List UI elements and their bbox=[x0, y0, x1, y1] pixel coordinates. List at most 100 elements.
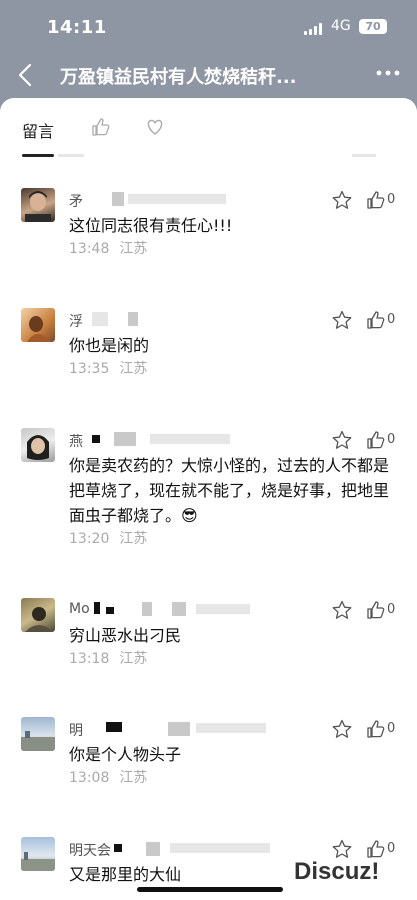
redaction bbox=[150, 434, 230, 444]
comment-location: 江苏 bbox=[119, 651, 148, 667]
home-indicator[interactable] bbox=[137, 887, 283, 892]
comment-meta: 13:08 江苏 bbox=[69, 767, 157, 787]
avatar-image bbox=[21, 852, 55, 871]
tab-favorites[interactable] bbox=[145, 117, 165, 137]
comment-meta: 13:18 江苏 bbox=[69, 648, 157, 668]
like-count: 0 bbox=[387, 312, 396, 327]
thumb-up-icon bbox=[367, 191, 385, 209]
more-dots-icon bbox=[376, 70, 400, 76]
page-title: 万盈镇益民村有人焚烧秸秆... bbox=[60, 67, 297, 88]
like-count: 0 bbox=[387, 721, 396, 736]
comment-time: 13:18 bbox=[69, 651, 110, 667]
favorite-button[interactable] bbox=[332, 430, 352, 450]
avatar[interactable] bbox=[21, 598, 55, 632]
more-options-button[interactable] bbox=[375, 57, 401, 87]
like-button[interactable] bbox=[366, 430, 386, 450]
star-icon bbox=[332, 600, 352, 619]
star-icon bbox=[332, 430, 352, 449]
comment-location: 江苏 bbox=[119, 770, 148, 786]
comment-meta: 13:20 江苏 bbox=[69, 528, 157, 548]
tab-comments[interactable]: 留言 bbox=[22, 118, 54, 142]
avatar[interactable] bbox=[21, 428, 55, 462]
star-icon bbox=[332, 310, 352, 329]
comment-item: Mo 穷山恶水出刁民 13:18 江苏 0 bbox=[0, 593, 417, 711]
like-count: 0 bbox=[387, 432, 396, 447]
tab-likes[interactable] bbox=[91, 117, 111, 137]
avatar-image bbox=[21, 731, 55, 751]
comment-author[interactable]: Mo bbox=[69, 601, 90, 617]
redaction bbox=[106, 722, 122, 732]
battery-icon: 70 bbox=[359, 19, 387, 34]
comment-item: 矛 这位同志很有责任心!!! 13:48 江苏 0 bbox=[0, 183, 417, 303]
comment-author[interactable]: 明 bbox=[69, 720, 83, 740]
comment-time: 13:08 bbox=[69, 770, 110, 786]
comment-author[interactable]: 明天会 bbox=[69, 840, 111, 860]
comment-author[interactable]: 燕 bbox=[69, 431, 83, 451]
signal-icon bbox=[304, 23, 324, 35]
watermark-logo: Discuz! bbox=[294, 858, 380, 885]
redaction bbox=[92, 312, 108, 326]
chevron-left-icon bbox=[18, 63, 32, 87]
redaction bbox=[196, 604, 250, 614]
redaction bbox=[142, 602, 152, 616]
comment-text: 你是个人物头子 bbox=[69, 745, 182, 764]
avatar-image bbox=[27, 435, 49, 460]
like-button[interactable] bbox=[366, 719, 386, 739]
comment-time: 13:35 bbox=[69, 361, 110, 377]
nav-bar: 万盈镇益民村有人焚烧秸秆... bbox=[0, 55, 417, 97]
like-count: 0 bbox=[387, 192, 396, 207]
avatar-image bbox=[27, 316, 51, 342]
comment-location: 江苏 bbox=[119, 531, 148, 547]
favorite-button[interactable] bbox=[332, 719, 352, 739]
favorite-button[interactable] bbox=[332, 310, 352, 330]
thumb-up-icon bbox=[367, 601, 385, 619]
comments-sheet: 留言 矛 这位同志很有责任心!!! 13:48 江苏 0 浮 你也是闲的 13:… bbox=[0, 98, 417, 900]
comment-author[interactable]: 浮 bbox=[69, 311, 83, 331]
redaction bbox=[168, 722, 190, 736]
like-button[interactable] bbox=[366, 600, 386, 620]
like-button[interactable] bbox=[366, 190, 386, 210]
redaction bbox=[92, 435, 100, 443]
favorite-button[interactable] bbox=[332, 839, 352, 859]
thumb-up-icon bbox=[367, 431, 385, 449]
avatar[interactable] bbox=[21, 308, 55, 342]
star-icon bbox=[332, 190, 352, 209]
comment-text: 穷山恶水出刁民 bbox=[69, 626, 182, 645]
like-button[interactable] bbox=[366, 310, 386, 330]
thumb-up-icon bbox=[367, 720, 385, 738]
redaction bbox=[114, 432, 136, 446]
comment-item: 燕 你是卖农药的？大惊小怪的，过去的人不都是把草烧了，现在就不能了，烧是好事，把… bbox=[0, 423, 417, 593]
network-type: 4G bbox=[331, 18, 351, 34]
thumb-up-icon bbox=[367, 311, 385, 329]
favorite-button[interactable] bbox=[332, 190, 352, 210]
avatar-image bbox=[25, 607, 53, 632]
avatar-image bbox=[25, 191, 51, 222]
like-button[interactable] bbox=[366, 839, 386, 859]
avatar[interactable] bbox=[21, 837, 55, 871]
redaction bbox=[170, 843, 270, 853]
redaction bbox=[172, 602, 186, 616]
comment-item: 浮 你也是闲的 13:35 江苏 0 bbox=[0, 303, 417, 423]
avatar[interactable] bbox=[21, 717, 55, 751]
like-count: 0 bbox=[387, 602, 396, 617]
status-bar: 14:11 4G 70 bbox=[0, 0, 417, 55]
tab-active-indicator bbox=[22, 154, 54, 157]
like-count: 0 bbox=[387, 841, 396, 856]
favorite-button[interactable] bbox=[332, 600, 352, 620]
comment-text: 你也是闲的 bbox=[69, 336, 150, 355]
comment-time: 13:48 bbox=[69, 241, 110, 257]
status-time: 14:11 bbox=[47, 17, 107, 38]
comment-meta: 13:35 江苏 bbox=[69, 358, 157, 378]
redaction bbox=[114, 844, 122, 852]
back-button[interactable] bbox=[14, 61, 38, 89]
redaction bbox=[94, 602, 100, 614]
tab-bar: 留言 bbox=[0, 98, 417, 157]
redaction bbox=[106, 607, 114, 614]
comment-location: 江苏 bbox=[119, 241, 148, 257]
comment-text: 你是卖农药的？大惊小怪的，过去的人不都是把草烧了，现在就不能了，烧是好事，把地里… bbox=[69, 456, 390, 525]
thumb-up-icon bbox=[92, 118, 110, 136]
redaction bbox=[196, 723, 266, 733]
comment-author[interactable]: 矛 bbox=[69, 191, 83, 211]
comment-item: 明 你是个人物头子 13:08 江苏 0 bbox=[0, 712, 417, 832]
avatar[interactable] bbox=[21, 188, 55, 222]
